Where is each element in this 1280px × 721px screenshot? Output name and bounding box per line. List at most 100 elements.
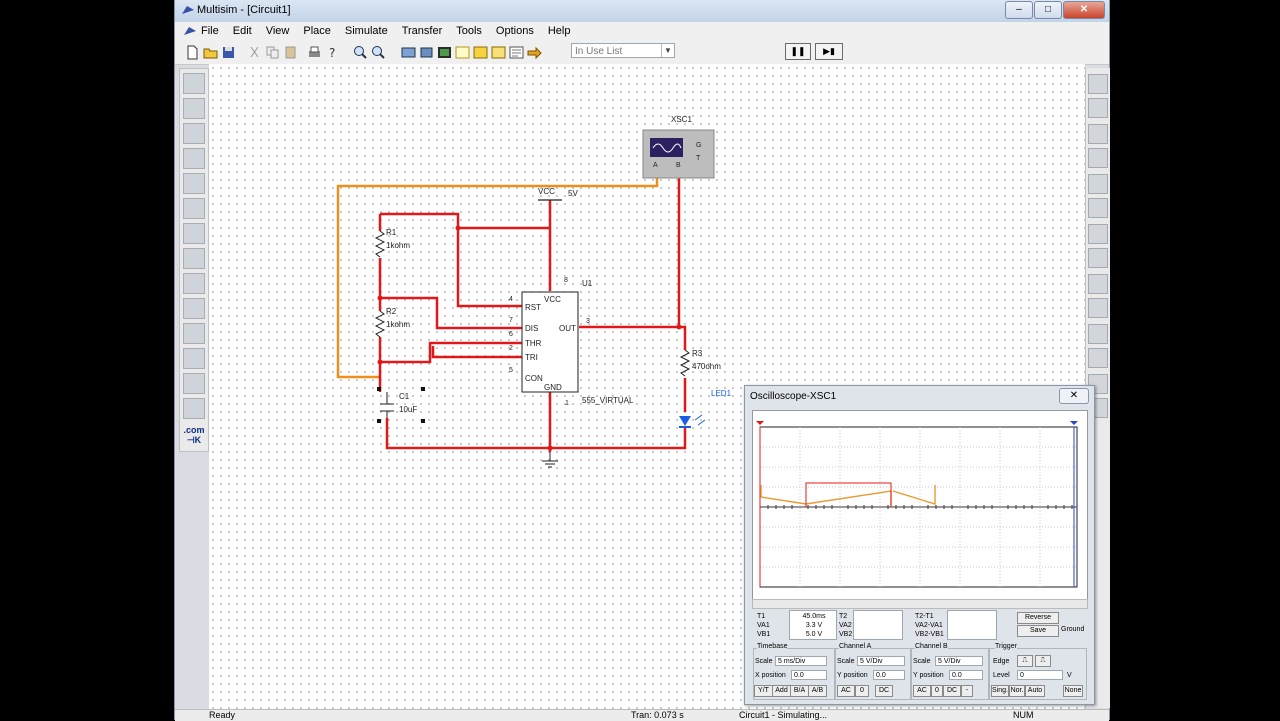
function-generator-icon[interactable]: [1088, 98, 1108, 118]
maximize-button[interactable]: □: [1034, 1, 1062, 19]
channel-b-ac-button[interactable]: AC: [913, 685, 931, 697]
channel-a-ypos-field[interactable]: 0.0: [873, 670, 905, 680]
channel-b-invert-button[interactable]: -: [961, 685, 973, 697]
paste-icon[interactable]: [281, 43, 300, 62]
place-rf-icon[interactable]: [183, 373, 205, 394]
menu-view[interactable]: View: [266, 25, 290, 37]
yt-mode-button[interactable]: Y/T: [754, 685, 773, 697]
wattmeter-icon[interactable]: [1088, 124, 1108, 144]
copy-icon[interactable]: [263, 43, 282, 62]
print-icon[interactable]: [305, 43, 324, 62]
falling-edge-icon[interactable]: ⎍: [1035, 655, 1051, 667]
open-folder-icon[interactable]: [201, 43, 220, 62]
reverse-button[interactable]: Reverse: [1017, 612, 1059, 624]
new-file-icon[interactable]: [183, 43, 202, 62]
menu-tools[interactable]: Tools: [456, 25, 482, 37]
spreadsheet-icon[interactable]: [435, 43, 454, 62]
zoom-out-icon[interactable]: [369, 43, 388, 62]
place-power-icon[interactable]: [183, 323, 205, 344]
minimize-button[interactable]: –: [1005, 1, 1033, 19]
normal-trigger-button[interactable]: Nor.: [1009, 685, 1025, 697]
menu-place[interactable]: Place: [303, 25, 331, 37]
bom-icon[interactable]: [489, 43, 508, 62]
place-connector-icon[interactable]: .com ⊣K: [182, 425, 206, 446]
cursor-t1-marker[interactable]: [756, 421, 764, 425]
resistor-r2[interactable]: [374, 310, 386, 338]
led1[interactable]: [679, 414, 706, 428]
iv-analyzer-icon[interactable]: [1088, 324, 1108, 344]
oscilloscope-icon[interactable]: [1088, 148, 1108, 168]
screen-scrollbar[interactable]: [752, 599, 1088, 609]
ba-mode-button[interactable]: B/A: [790, 685, 809, 697]
rising-edge-icon[interactable]: ⎍: [1017, 655, 1033, 667]
menu-help[interactable]: Help: [548, 25, 571, 37]
place-ttl-icon[interactable]: [183, 198, 205, 219]
oscilloscope-screen[interactable]: [752, 410, 1088, 604]
resistor-r3[interactable]: [679, 349, 691, 377]
channel-a-dc-button[interactable]: DC: [875, 685, 893, 697]
none-trigger-button[interactable]: None: [1063, 685, 1083, 697]
place-misc-digital-icon[interactable]: [183, 248, 205, 269]
cut-icon[interactable]: [245, 43, 264, 62]
grapher-icon[interactable]: [471, 43, 490, 62]
in-use-list-dropdown[interactable]: In Use List ▼: [571, 43, 675, 58]
channel-b-zero-button[interactable]: 0: [931, 685, 943, 697]
database-icon[interactable]: [417, 43, 436, 62]
close-button[interactable]: ✕: [1063, 1, 1105, 19]
single-trigger-button[interactable]: Sing.: [991, 685, 1009, 697]
oscilloscope-xsc1[interactable]: [642, 129, 715, 179]
save-button[interactable]: Save: [1017, 625, 1059, 637]
channel-a-ac-button[interactable]: AC: [837, 685, 855, 697]
save-icon[interactable]: [219, 43, 238, 62]
menu-options[interactable]: Options: [496, 25, 534, 37]
place-mixed-icon[interactable]: [183, 273, 205, 294]
logic-analyzer-icon[interactable]: [1088, 274, 1108, 294]
channel-a-scale-field[interactable]: 5 V/Div: [857, 656, 905, 666]
resistor-r1[interactable]: [374, 230, 386, 258]
postprocessor-icon[interactable]: [453, 43, 472, 62]
timebase-scale-field[interactable]: 5 ms/Div: [775, 656, 827, 666]
help-icon[interactable]: ?: [323, 43, 342, 62]
label-r1: R1: [386, 228, 397, 237]
oscilloscope-window[interactable]: Oscilloscope-XSC1 ✕ T1 VA1 VB1 45.0ms 3.…: [744, 385, 1095, 705]
channel-a-zero-button[interactable]: 0: [855, 685, 869, 697]
channel-b-ypos-field[interactable]: 0.0: [949, 670, 983, 680]
zoom-in-icon[interactable]: [351, 43, 370, 62]
channel-b-scale-field[interactable]: 5 V/Div: [935, 656, 983, 666]
multimeter-icon[interactable]: [1088, 74, 1108, 94]
menu-simulate[interactable]: Simulate: [345, 25, 388, 37]
ab-mode-button[interactable]: A/B: [808, 685, 827, 697]
place-misc-icon[interactable]: [183, 348, 205, 369]
cursor-t2-marker[interactable]: [1070, 421, 1078, 425]
transfer-arrow-icon[interactable]: [525, 43, 544, 62]
wire-channel-a[interactable]: [336, 170, 659, 379]
distortion-analyzer-icon[interactable]: [1088, 348, 1108, 368]
description-box-icon[interactable]: [507, 43, 526, 62]
bode-plotter-icon[interactable]: [1088, 198, 1108, 218]
trigger-level-field[interactable]: 0: [1017, 670, 1063, 680]
channel-b-dc-button[interactable]: DC: [943, 685, 961, 697]
place-electromech-icon[interactable]: [183, 398, 205, 419]
place-transistor-icon[interactable]: [183, 148, 205, 169]
menu-transfer[interactable]: Transfer: [402, 25, 443, 37]
oscilloscope-close-button[interactable]: ✕: [1059, 388, 1089, 404]
word-generator-icon[interactable]: [1088, 248, 1108, 268]
ground-symbol[interactable]: [542, 452, 558, 468]
place-source-icon[interactable]: [183, 73, 205, 94]
menu-edit[interactable]: Edit: [233, 25, 252, 37]
place-cmos-icon[interactable]: [183, 223, 205, 244]
frequency-counter-icon[interactable]: [1088, 224, 1108, 244]
pause-simulation-button[interactable]: ❚❚: [785, 43, 811, 60]
four-channel-scope-icon[interactable]: [1088, 174, 1108, 194]
menu-file[interactable]: File: [201, 25, 219, 37]
place-basic-icon[interactable]: [183, 98, 205, 119]
auto-trigger-button[interactable]: Auto: [1025, 685, 1045, 697]
component-icon[interactable]: [399, 43, 418, 62]
timebase-xpos-field[interactable]: 0.0: [791, 670, 827, 680]
place-analog-icon[interactable]: [183, 173, 205, 194]
place-indicator-icon[interactable]: [183, 298, 205, 319]
place-diode-icon[interactable]: [183, 123, 205, 144]
add-mode-button[interactable]: Add: [772, 685, 791, 697]
logic-converter-icon[interactable]: [1088, 298, 1108, 318]
run-simulation-button[interactable]: ▶▮: [815, 43, 843, 60]
